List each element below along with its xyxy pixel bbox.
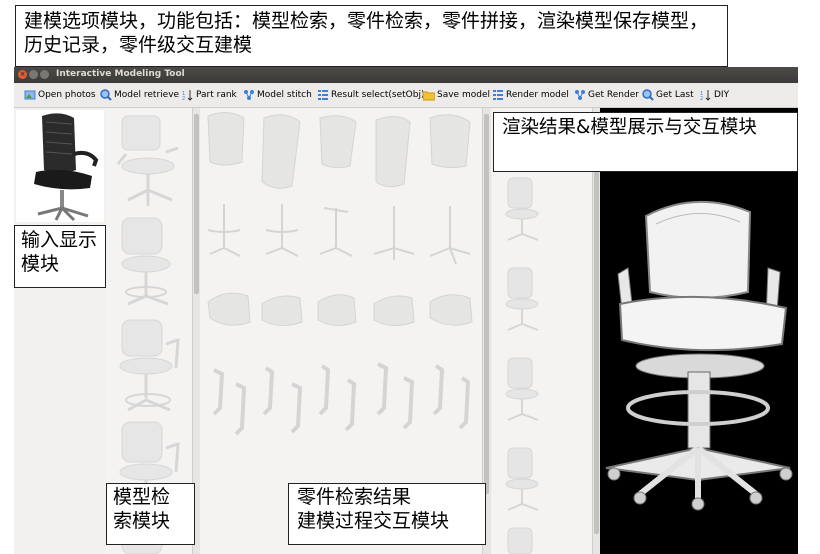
- sort-icon: 12: [700, 89, 712, 102]
- part-row-seats[interactable]: [207, 292, 473, 326]
- part-rank-button[interactable]: 12 Part rank: [182, 88, 237, 102]
- result-select-button[interactable]: Result select(setObj): [317, 88, 425, 102]
- part-row-bases[interactable]: [207, 204, 471, 265]
- result-thumbnail-1[interactable]: [505, 177, 539, 241]
- scroll-thumb[interactable]: [484, 114, 489, 494]
- maximize-window-button[interactable]: [40, 70, 49, 79]
- render-model-button[interactable]: Render model: [492, 88, 569, 102]
- result-thumbnails: [505, 177, 539, 554]
- render-display-pane[interactable]: [600, 108, 798, 554]
- model-thumbnail-3[interactable]: [119, 319, 180, 412]
- input-photo: [16, 110, 104, 222]
- close-icon: ×: [19, 70, 26, 78]
- scroll-thumb[interactable]: [594, 114, 599, 534]
- rendered-chair-model: [600, 108, 798, 554]
- folder-icon: [422, 89, 436, 101]
- result-thumbnail-5[interactable]: [507, 527, 533, 554]
- image-icon: [24, 89, 36, 101]
- result-thumbnail-3[interactable]: [505, 357, 539, 421]
- model-thumbnail-2[interactable]: [121, 217, 171, 306]
- toolbar: Open photos Model retrieve 12 Part rank …: [14, 83, 798, 108]
- model-thumbnail-1[interactable]: [116, 115, 179, 206]
- parts-callout-line-2: 建模过程交互模块: [297, 509, 450, 532]
- input-display-pane: [14, 108, 106, 554]
- result-thumbnail-2[interactable]: [505, 267, 539, 331]
- diy-button[interactable]: 12 DIY: [700, 88, 729, 102]
- modeling-options-callout: 建模选项模块，功能包括：模型检索，零件检索，零件拼接，渲染模型保存模型，历史记录…: [15, 5, 728, 67]
- nodes-icon: [574, 89, 586, 101]
- search-icon: [100, 89, 112, 101]
- title-bar: × Interactive Modeling Tool: [14, 67, 798, 83]
- result-select-pane: [492, 108, 596, 554]
- model-retrieve-button[interactable]: Model retrieve: [100, 88, 179, 102]
- search-icon: [642, 89, 654, 101]
- part-row-backrests[interactable]: [207, 112, 471, 189]
- part-row-armrests[interactable]: [212, 362, 471, 436]
- parts-callout-line-1: 零件检索结果: [297, 486, 412, 508]
- svg-text:2: 2: [700, 96, 703, 101]
- list-icon: [492, 89, 504, 101]
- model-stitch-button[interactable]: Model stitch: [243, 88, 312, 102]
- scroll-thumb[interactable]: [194, 114, 199, 294]
- input-display-callout: 输入显示模块: [14, 225, 106, 288]
- parts-result-callout: 零件检索结果 建模过程交互模块: [288, 483, 486, 545]
- open-photos-button[interactable]: Open photos: [24, 88, 96, 102]
- render-display-callout: 渲染结果&模型展示与交互模块: [493, 112, 798, 172]
- get-render-button[interactable]: Get Render: [574, 88, 639, 102]
- svg-text:2: 2: [182, 96, 185, 101]
- get-last-button[interactable]: Get Last: [642, 88, 694, 102]
- nodes-icon: [243, 89, 255, 101]
- minimize-window-button[interactable]: [29, 70, 38, 79]
- save-model-button[interactable]: Save model: [422, 88, 490, 102]
- window-title: Interactive Modeling Tool: [56, 69, 185, 79]
- close-window-button[interactable]: ×: [18, 70, 27, 79]
- list-icon: [317, 89, 329, 101]
- sort-icon: 12: [182, 89, 194, 102]
- model-retrieve-callout: 模型检索模块: [106, 483, 195, 545]
- result-thumbnail-4[interactable]: [505, 447, 539, 511]
